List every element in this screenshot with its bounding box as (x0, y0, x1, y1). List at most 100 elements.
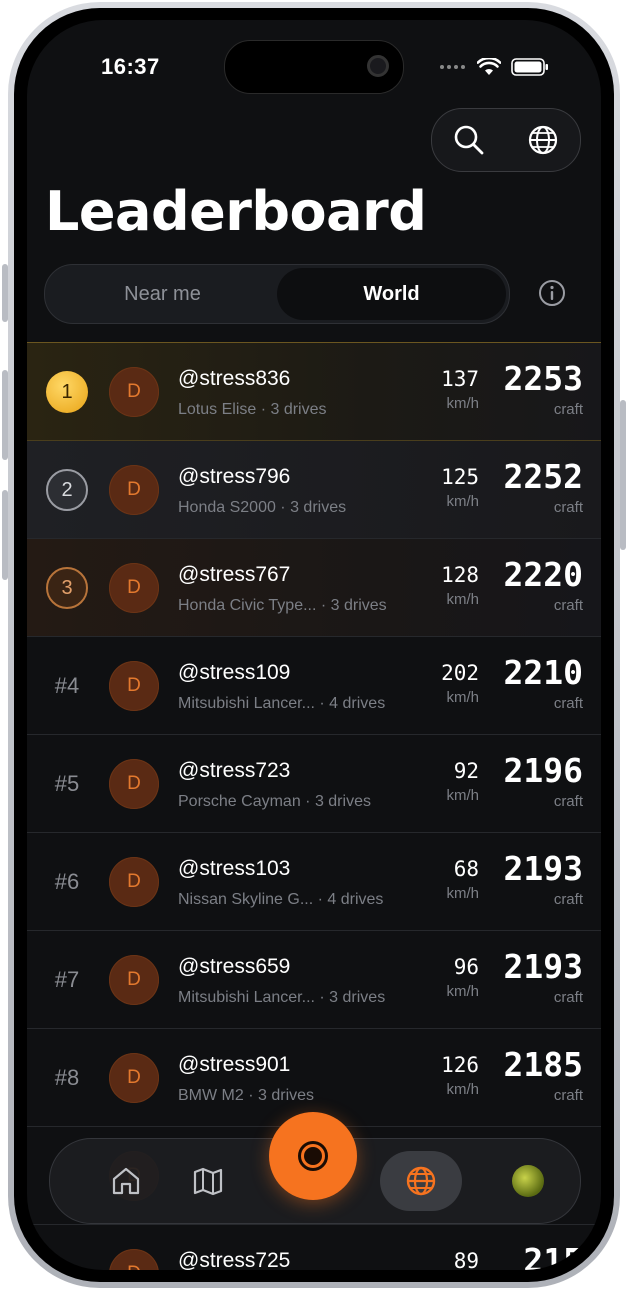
rank-number: #7 (54, 967, 80, 992)
top-speed: 125 (441, 465, 479, 489)
record-icon (298, 1141, 328, 1171)
leaderboard-row[interactable]: 3 D @stress767 Honda Civic Type... · 3 d… (27, 539, 601, 637)
rank-badge-silver: 2 (46, 469, 88, 511)
globe-icon[interactable] (527, 124, 559, 156)
car-info: Honda S2000 · 3 drives (178, 499, 347, 516)
drive-count: 4 drives (327, 891, 384, 908)
dynamic-island (224, 40, 404, 94)
avatar: D (109, 563, 159, 613)
rank-number: #6 (54, 869, 80, 894)
drive-count: 3 drives (314, 793, 371, 810)
tab-map[interactable] (188, 1161, 228, 1201)
speed-unit: km/h (446, 787, 479, 804)
record-dot (304, 1147, 322, 1165)
power-button (620, 400, 626, 550)
tab-near-me[interactable]: Near me (48, 268, 277, 320)
tab-world[interactable]: World (277, 268, 506, 320)
craft-score: 2193 (503, 947, 583, 986)
volume-down-button (2, 490, 8, 580)
home-icon (112, 1167, 140, 1195)
top-speed: 89 (453, 1249, 479, 1270)
screen: 16:37 Leaderboard Near me World 1 D @str… (27, 20, 601, 1270)
craft-score: 2210 (503, 653, 583, 692)
car-info: Honda Civic Type... · 3 drives (178, 597, 387, 614)
leaderboard-row[interactable]: #7 D @stress659 Mitsubishi Lancer... · 3… (27, 931, 601, 1029)
leaderboard-row[interactable]: D @stress725 89 215 (27, 1225, 601, 1270)
car-info: Porsche Cayman · 3 drives (178, 793, 371, 810)
rank-number: #5 (54, 771, 80, 796)
speed-unit: km/h (446, 689, 479, 706)
rank-badge-gold: 1 (46, 371, 88, 413)
username: @stress723 (178, 759, 291, 782)
tab-home[interactable] (106, 1161, 146, 1201)
drive-count: 3 drives (270, 401, 327, 418)
drive-count: 3 drives (330, 597, 387, 614)
username: @stress901 (178, 1053, 291, 1076)
craft-score: 2196 (503, 751, 583, 790)
leaderboard-row[interactable]: #5 D @stress723 Porsche Cayman · 3 drive… (27, 735, 601, 833)
craft-score: 2193 (503, 849, 583, 888)
car-name: Honda S2000 (178, 499, 276, 516)
car-name: Porsche Cayman (178, 793, 301, 810)
top-speed: 137 (441, 367, 479, 391)
craft-unit: craft (553, 793, 583, 810)
username: @stress659 (178, 955, 291, 978)
craft-unit: craft (553, 499, 583, 516)
craft-unit: craft (553, 401, 583, 418)
car-name: Mitsubishi Lancer... (178, 695, 315, 712)
wifi-icon (477, 58, 501, 75)
car-info: Lotus Elise · 3 drives (178, 401, 327, 418)
avatar: D (109, 1053, 159, 1103)
speed-unit: km/h (446, 591, 479, 608)
avatar: D (109, 759, 159, 809)
record-button[interactable] (269, 1112, 357, 1200)
craft-unit: craft (553, 695, 583, 712)
battery-icon (511, 58, 548, 76)
drive-count: 3 drives (258, 1087, 315, 1104)
rank-number: #8 (54, 1065, 80, 1090)
status-time: 16:37 (101, 54, 160, 79)
status-icons (439, 58, 549, 76)
info-icon[interactable] (538, 279, 566, 307)
profile-avatar[interactable] (512, 1165, 544, 1197)
car-name: Honda Civic Type... (178, 597, 317, 614)
drive-count: 4 drives (329, 695, 386, 712)
avatar: D (109, 465, 159, 515)
speed-unit: km/h (446, 1081, 479, 1098)
username: @stress836 (178, 367, 291, 390)
leaderboard-row[interactable]: 1 D @stress836 Lotus Elise · 3 drives 13… (27, 342, 601, 441)
globe-icon (406, 1166, 436, 1196)
car-info: Nissan Skyline G... · 4 drives (178, 891, 384, 908)
rank-number: #4 (54, 673, 80, 698)
speed-unit: km/h (446, 983, 479, 1000)
avatar: D (109, 1249, 159, 1270)
craft-unit: craft (553, 989, 583, 1006)
tab-leaderboard[interactable] (401, 1161, 441, 1201)
leaderboard-row[interactable]: #6 D @stress103 Nissan Skyline G... · 4 … (27, 833, 601, 931)
username: @stress109 (178, 661, 291, 684)
username: @stress796 (178, 465, 291, 488)
craft-score: 2220 (503, 555, 583, 594)
car-name: Lotus Elise (178, 401, 257, 418)
drive-count: 3 drives (329, 989, 386, 1006)
username: @stress767 (178, 563, 291, 586)
map-icon (193, 1167, 223, 1196)
craft-score: 2185 (503, 1045, 583, 1084)
leaderboard-row[interactable]: #4 D @stress109 Mitsubishi Lancer... · 4… (27, 637, 601, 735)
top-speed: 128 (441, 563, 479, 587)
craft-score: 2252 (503, 457, 583, 496)
car-info: Mitsubishi Lancer... · 4 drives (178, 695, 386, 712)
scope-segmented-control: Near me World (44, 264, 510, 324)
page-title: Leaderboard (45, 180, 427, 243)
top-actions (431, 108, 581, 172)
search-icon[interactable] (453, 124, 485, 156)
username: @stress103 (178, 857, 291, 880)
camera-icon (367, 55, 389, 77)
cellular-icon (440, 65, 465, 69)
car-name: BMW M2 (178, 1087, 244, 1104)
car-info: BMW M2 · 3 drives (178, 1087, 315, 1104)
leaderboard-row[interactable]: 2 D @stress796 Honda S2000 · 3 drives 12… (27, 441, 601, 539)
speed-unit: km/h (446, 395, 479, 412)
volume-up-button (2, 370, 8, 460)
car-name: Mitsubishi Lancer... (178, 989, 315, 1006)
